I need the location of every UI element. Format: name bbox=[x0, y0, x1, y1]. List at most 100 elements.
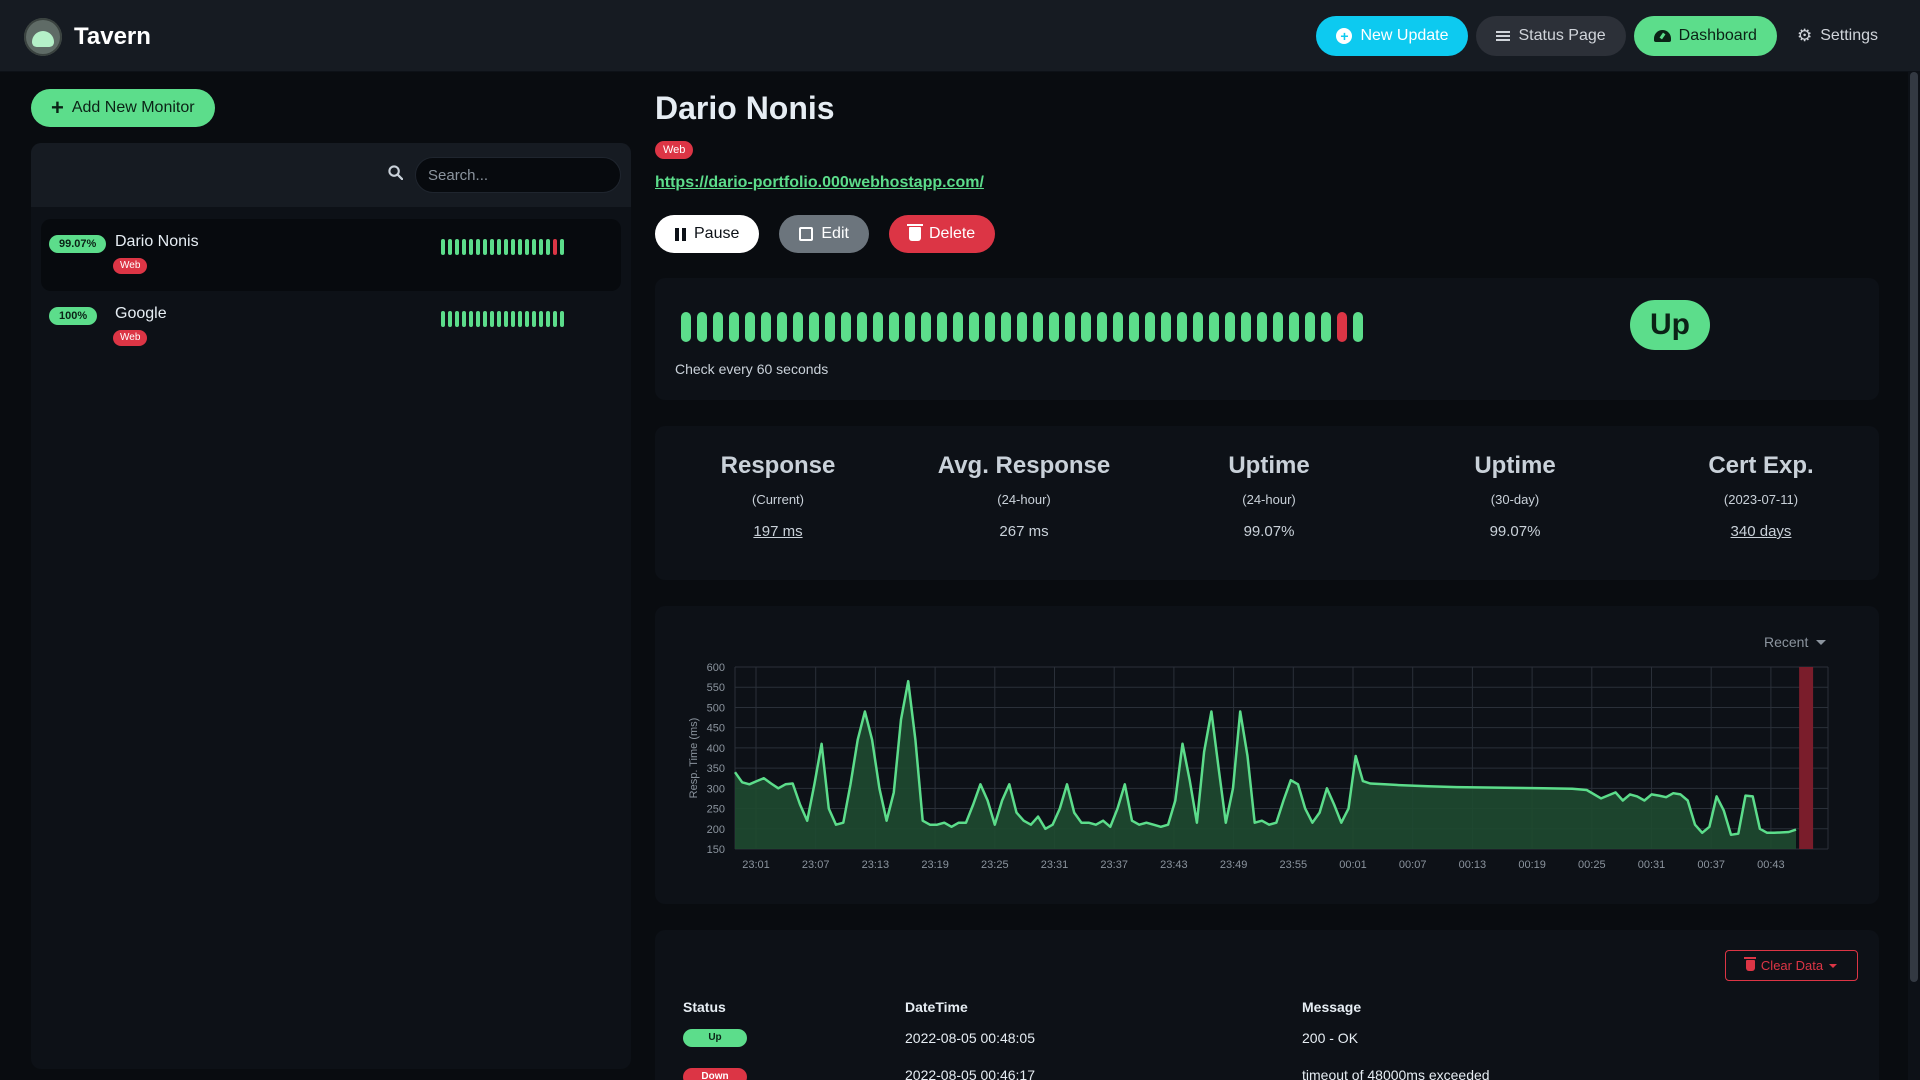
downtime-marker bbox=[1799, 667, 1814, 849]
status-pill-up: Up bbox=[683, 1029, 747, 1047]
stat-cert-exp: Cert Exp. (2023-07-11) 340 days bbox=[1638, 452, 1884, 540]
heartbeat-up bbox=[825, 312, 835, 342]
edit-button[interactable]: Edit bbox=[779, 215, 869, 253]
stat-response: Response (Current) 197 ms bbox=[655, 452, 901, 540]
brand[interactable]: Tavern bbox=[24, 18, 151, 56]
heartbeat-up bbox=[1321, 312, 1331, 342]
stat-heading: Response bbox=[720, 452, 836, 479]
monitor-name: Dario Nonis bbox=[115, 233, 199, 250]
monitor-list-header bbox=[31, 143, 631, 207]
heartbeat-up bbox=[857, 312, 867, 342]
heartbeat-up bbox=[1177, 312, 1187, 342]
heartbeat-up bbox=[532, 311, 536, 327]
y-tick-label: 350 bbox=[707, 763, 725, 775]
heartbeat-up bbox=[793, 312, 803, 342]
scrollbar-thumb[interactable] bbox=[1910, 72, 1918, 982]
heartbeat-up bbox=[483, 311, 487, 327]
delete-button[interactable]: Delete bbox=[888, 215, 996, 253]
search-icon bbox=[388, 165, 403, 180]
stat-uptime-30d: Uptime (30-day) 99.07% bbox=[1392, 452, 1638, 540]
event-datetime: 2022-08-05 00:46:17 bbox=[905, 1067, 1035, 1080]
trash-icon bbox=[906, 224, 923, 241]
heartbeat-up bbox=[455, 239, 459, 255]
monitor-list-panel: 99.07% Dario Nonis Web 100% Google Web bbox=[31, 143, 631, 1069]
pause-button[interactable]: Pause bbox=[655, 215, 760, 253]
heartbeat-up bbox=[1273, 312, 1283, 342]
heartbeat-up bbox=[1289, 312, 1299, 342]
event-message: timeout of 48000ms exceeded bbox=[1302, 1067, 1490, 1080]
uptime-badge: 99.07% bbox=[49, 235, 107, 253]
y-tick-label: 500 bbox=[707, 702, 725, 714]
new-update-button[interactable]: + New Update bbox=[1316, 16, 1469, 56]
heartbeat-up bbox=[539, 239, 543, 255]
stats-card: Response (Current) 197 ms Avg. Response … bbox=[655, 426, 1879, 580]
monitor-url-link[interactable]: https://dario-portfolio.000webhostapp.co… bbox=[655, 174, 984, 192]
heartbeat-bar bbox=[681, 312, 1363, 342]
y-axis-label: Resp. Time (ms) bbox=[688, 718, 700, 799]
col-header-status: Status bbox=[683, 999, 726, 1015]
stat-value: 99.07% bbox=[1489, 523, 1541, 540]
clear-data-button[interactable]: Clear Data bbox=[1725, 950, 1858, 981]
gear-icon: ⚙ bbox=[1796, 26, 1813, 45]
monitor-item-google[interactable]: 100% Google Web bbox=[41, 291, 621, 363]
dashboard-label: Dashboard bbox=[1678, 27, 1757, 44]
event-message: 200 - OK bbox=[1302, 1030, 1359, 1046]
heartbeat-up bbox=[560, 311, 564, 327]
check-interval: Check every 60 seconds bbox=[675, 361, 829, 377]
heartbeat-up bbox=[745, 312, 755, 342]
heartbeat-up bbox=[889, 312, 899, 342]
events-card: Clear Data Status DateTime Message Up 20… bbox=[655, 930, 1879, 1080]
heartbeat-up bbox=[985, 312, 995, 342]
dashboard-gauge-icon bbox=[1653, 30, 1671, 42]
add-new-monitor-button[interactable]: + Add New Monitor bbox=[31, 89, 215, 127]
col-header-message: Message bbox=[1302, 999, 1362, 1015]
page-title: Dario Nonis bbox=[655, 90, 835, 126]
status-badge: Up bbox=[1630, 300, 1710, 350]
heartbeat-up bbox=[1017, 312, 1027, 342]
plus-icon: + bbox=[51, 95, 64, 120]
event-datetime: 2022-08-05 00:48:05 bbox=[905, 1030, 1035, 1046]
heartbeat-up bbox=[546, 311, 550, 327]
heartbeat-up bbox=[539, 311, 543, 327]
y-tick-label: 550 bbox=[707, 682, 725, 694]
heartbeat-up bbox=[511, 239, 515, 255]
heartbeat-up bbox=[697, 312, 707, 342]
add-new-monitor-label: Add New Monitor bbox=[71, 99, 195, 116]
y-tick-label: 150 bbox=[707, 844, 725, 856]
y-tick-label: 250 bbox=[707, 804, 725, 816]
heartbeat-up bbox=[497, 239, 501, 255]
app-logo bbox=[24, 18, 62, 56]
heartbeat-up bbox=[1001, 312, 1011, 342]
y-tick-label: 450 bbox=[707, 723, 725, 735]
heartbeat-up bbox=[441, 311, 445, 327]
x-tick-label: 23:13 bbox=[862, 859, 890, 871]
dashboard-button[interactable]: Dashboard bbox=[1633, 16, 1777, 56]
x-tick-label: 00:07 bbox=[1399, 859, 1427, 871]
settings-button[interactable]: ⚙ Settings bbox=[1785, 16, 1890, 56]
monitor-item-dario-nonis[interactable]: 99.07% Dario Nonis Web bbox=[41, 219, 621, 291]
x-tick-label: 23:31 bbox=[1041, 859, 1069, 871]
heartbeat-up bbox=[841, 312, 851, 342]
search-input[interactable] bbox=[415, 157, 621, 193]
stat-value[interactable]: 340 days bbox=[1638, 523, 1884, 540]
heartbeat-up bbox=[921, 312, 931, 342]
heartbeat-up bbox=[441, 239, 445, 255]
status-page-button[interactable]: Status Page bbox=[1476, 16, 1626, 56]
x-tick-label: 00:31 bbox=[1638, 859, 1666, 871]
caret-down-icon bbox=[1829, 963, 1838, 968]
stat-uptime-24h: Uptime (24-hour) 99.07% bbox=[1146, 452, 1392, 540]
heartbeat-up bbox=[483, 239, 487, 255]
nav-buttons: + New Update Status Page Dashboard ⚙ Set… bbox=[1316, 16, 1890, 56]
heartbeat-up bbox=[873, 312, 883, 342]
heartbeat-up bbox=[504, 239, 508, 255]
heartbeat-up bbox=[448, 311, 452, 327]
stat-value[interactable]: 197 ms bbox=[655, 523, 901, 540]
heartbeat-up bbox=[905, 312, 915, 342]
page-scrollbar[interactable] bbox=[1908, 72, 1920, 1080]
heartbeat-up bbox=[448, 239, 452, 255]
heartbeat-up bbox=[546, 239, 550, 255]
status-pill-down: Down bbox=[683, 1068, 747, 1080]
heartbeat-up bbox=[560, 239, 564, 255]
stat-avg-response: Avg. Response (24-hour) 267 ms bbox=[901, 452, 1147, 540]
mini-heartbeat-bar bbox=[441, 311, 564, 327]
